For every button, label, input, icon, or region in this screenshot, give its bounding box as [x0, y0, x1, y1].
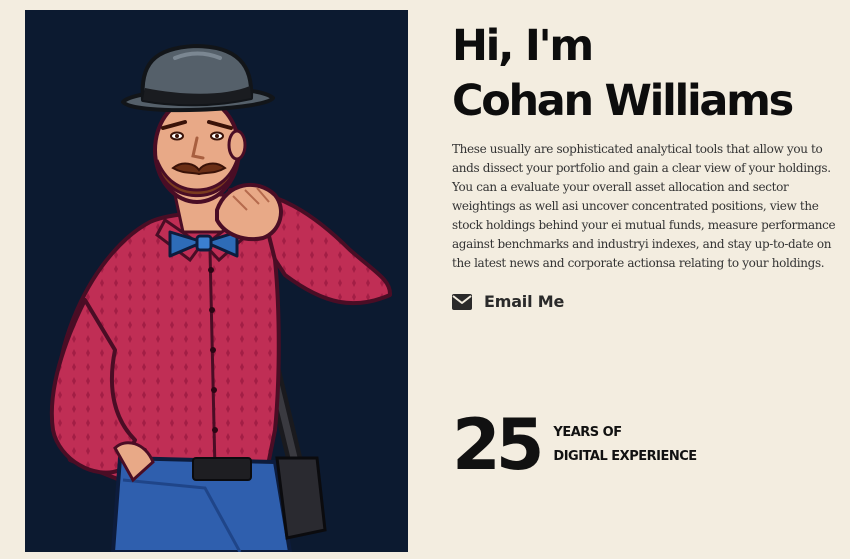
portrait-illustration: [25, 10, 408, 552]
bio-paragraph: These usually are sophisticated analytic…: [452, 142, 836, 270]
experience-caption: YEARS OF DIGITAL EXPERIENCE: [553, 424, 697, 466]
man-in-hat-illustration: [25, 10, 408, 552]
hero-heading: Hi, I'm Cohan Williams: [452, 19, 794, 129]
email-me-button[interactable]: Email Me: [452, 292, 564, 311]
greeting-text: Hi, I'm: [452, 21, 594, 71]
experience-line-1: YEARS OF: [553, 425, 622, 440]
experience-line-2: DIGITAL EXPERIENCE: [553, 449, 697, 464]
envelope-icon: [452, 293, 472, 310]
email-me-label: Email Me: [484, 292, 565, 311]
experience-stat: 25 YEARS OF DIGITAL EXPERIENCE: [452, 405, 697, 485]
experience-years-number: 25: [452, 404, 544, 486]
person-name: Cohan Williams: [452, 76, 794, 126]
